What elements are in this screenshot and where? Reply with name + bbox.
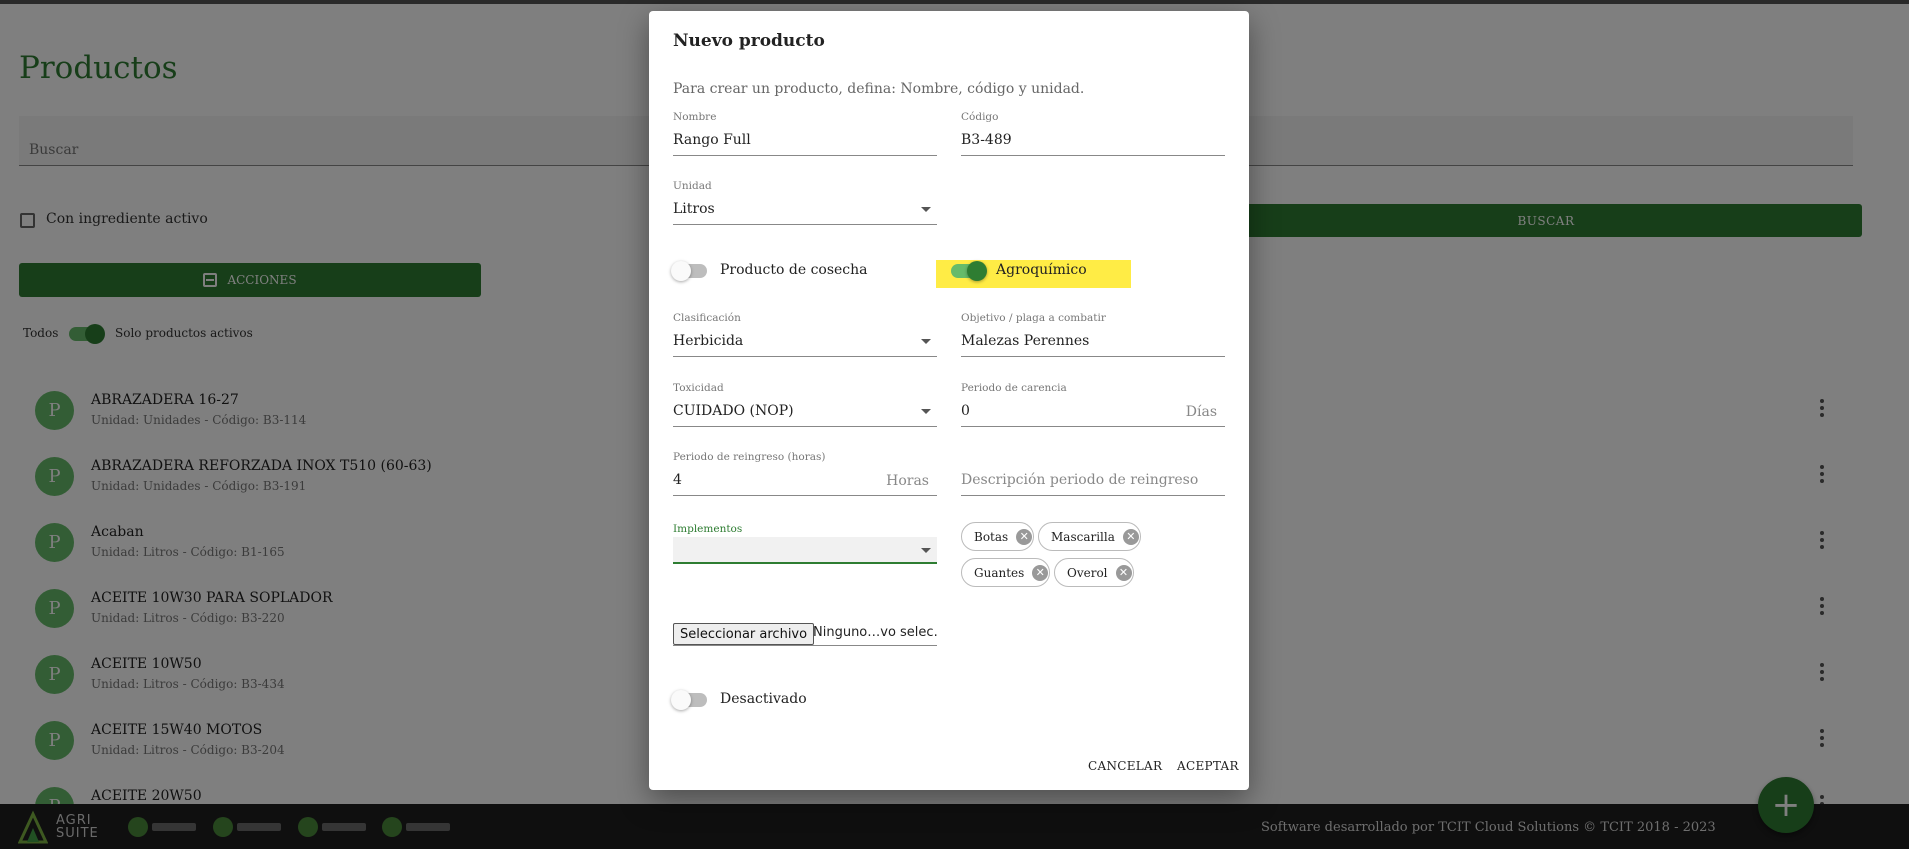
chip-label: Guantes bbox=[974, 565, 1025, 580]
dialog-description: Para crear un producto, defina: Nombre, … bbox=[673, 81, 1085, 97]
reentry-period-input[interactable]: 4 bbox=[673, 472, 682, 488]
chip-label: Botas bbox=[974, 529, 1009, 544]
close-icon[interactable]: ✕ bbox=[1016, 528, 1033, 545]
withholding-period-input[interactable]: 0 bbox=[961, 403, 970, 419]
implements-select[interactable] bbox=[673, 537, 937, 564]
classification-value: Herbicida bbox=[673, 333, 744, 349]
name-label: Nombre bbox=[673, 111, 717, 123]
code-input[interactable]: B3-489 bbox=[961, 132, 1012, 148]
unit-value: Litros bbox=[673, 201, 715, 217]
harvest-product-label: Producto de cosecha bbox=[720, 262, 868, 278]
cancel-button[interactable]: CANCELAR bbox=[1088, 759, 1162, 773]
chip-guantes[interactable]: Guantes ✕ bbox=[961, 558, 1050, 587]
chip-overol[interactable]: Overol ✕ bbox=[1054, 558, 1134, 587]
dropdown-arrow-icon bbox=[921, 548, 931, 553]
toxicity-label: Toxicidad bbox=[673, 382, 724, 394]
chip-botas[interactable]: Botas ✕ bbox=[961, 522, 1034, 551]
hours-suffix: Horas bbox=[886, 473, 929, 489]
reentry-description-placeholder[interactable]: Descripción periodo de reingreso bbox=[961, 472, 1198, 488]
dropdown-arrow-icon bbox=[921, 409, 931, 414]
reentry-period-label: Periodo de reingreso (horas) bbox=[673, 451, 826, 463]
classification-label: Clasificación bbox=[673, 312, 741, 324]
unit-select[interactable]: Unidad Litros bbox=[673, 180, 937, 230]
code-label: Código bbox=[961, 111, 999, 123]
dropdown-arrow-icon bbox=[921, 207, 931, 212]
chip-label: Overol bbox=[1067, 565, 1108, 580]
implements-label: Implementos bbox=[673, 523, 743, 535]
withholding-period-label: Periodo de carencia bbox=[961, 382, 1067, 394]
close-icon[interactable]: ✕ bbox=[1032, 564, 1049, 581]
unit-label: Unidad bbox=[673, 180, 712, 192]
deactivated-label: Desactivado bbox=[720, 691, 807, 707]
reentry-description-field[interactable]: Descripción periodo de reingreso bbox=[961, 451, 1225, 501]
chip-label: Mascarilla bbox=[1051, 529, 1115, 544]
new-product-dialog: Nuevo producto Para crear un producto, d… bbox=[649, 11, 1249, 790]
name-input[interactable]: Rango Full bbox=[673, 132, 751, 148]
target-pest-label: Objetivo / plaga a combatir bbox=[961, 312, 1106, 324]
harvest-product-toggle-knob[interactable] bbox=[671, 261, 691, 281]
agrochemical-toggle-knob[interactable] bbox=[967, 261, 987, 281]
withholding-period-field[interactable]: Periodo de carencia 0 Días bbox=[961, 382, 1225, 432]
accept-button[interactable]: ACEPTAR bbox=[1177, 759, 1239, 773]
toxicity-select[interactable]: Toxicidad CUIDADO (NOP) bbox=[673, 382, 937, 432]
close-icon[interactable]: ✕ bbox=[1122, 528, 1139, 545]
code-field[interactable]: Código B3-489 bbox=[961, 111, 1225, 161]
agrochemical-label: Agroquímico bbox=[996, 262, 1087, 278]
deactivated-toggle-knob[interactable] bbox=[671, 690, 691, 710]
toxicity-value: CUIDADO (NOP) bbox=[673, 403, 794, 419]
chip-mascarilla[interactable]: Mascarilla ✕ bbox=[1038, 522, 1141, 551]
days-suffix: Días bbox=[1185, 404, 1217, 420]
target-pest-input[interactable]: Malezas Perennes bbox=[961, 333, 1089, 349]
target-pest-field[interactable]: Objetivo / plaga a combatir Malezas Pere… bbox=[961, 312, 1225, 362]
name-field[interactable]: Nombre Rango Full bbox=[673, 111, 937, 161]
selected-file-name: Ninguno…vo selec. bbox=[813, 625, 938, 640]
dropdown-arrow-icon bbox=[921, 339, 931, 344]
reentry-period-field[interactable]: Periodo de reingreso (horas) 4 Horas bbox=[673, 451, 937, 501]
dialog-title: Nuevo producto bbox=[673, 31, 825, 51]
classification-select[interactable]: Clasificación Herbicida bbox=[673, 312, 937, 362]
select-file-button[interactable]: Seleccionar archivo bbox=[673, 623, 815, 645]
close-icon[interactable]: ✕ bbox=[1115, 564, 1132, 581]
